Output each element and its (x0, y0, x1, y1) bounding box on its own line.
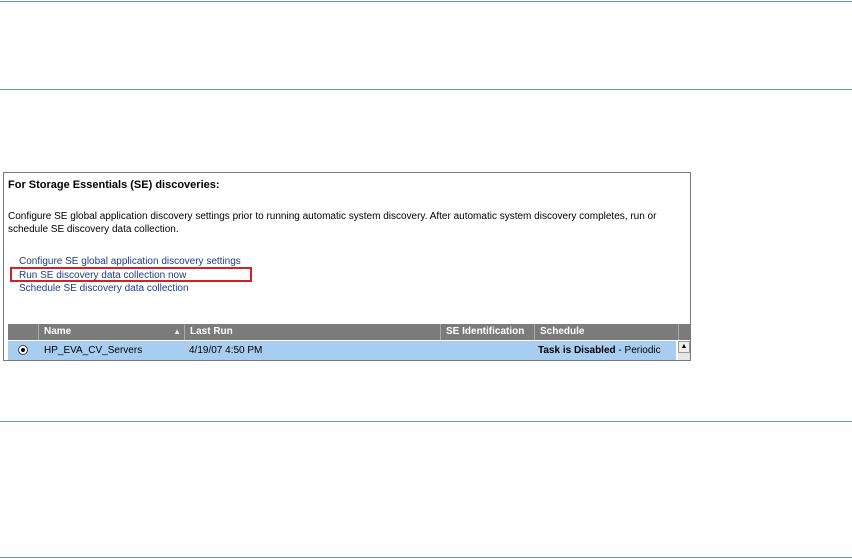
se-discovery-panel: For Storage Essentials (SE) discoveries:… (3, 172, 691, 361)
column-header-name-label: Name (44, 326, 72, 337)
divider-lower (0, 421, 852, 422)
row-schedule: Task is Disabled - Periodic (538, 341, 661, 360)
panel-heading: For Storage Essentials (SE) discoveries: (8, 179, 220, 191)
discovery-task-table: Name ▲ Last Run SE Identification Schedu… (8, 324, 690, 360)
column-header-se-identification[interactable]: SE Identification (440, 324, 534, 340)
run-collection-now-link[interactable]: Run SE discovery data collection now (19, 270, 186, 281)
arrow-up-icon: ▲ (173, 327, 181, 336)
row-schedule-status: Task is Disabled (538, 345, 616, 356)
table-row[interactable]: HP_EVA_CV_Servers 4/19/07 4:50 PM Task i… (8, 341, 676, 360)
row-name: HP_EVA_CV_Servers (44, 345, 143, 356)
divider-upper (0, 89, 852, 90)
column-header-select (8, 324, 38, 340)
row-last-run: 4/19/07 4:50 PM (189, 345, 263, 356)
configure-settings-link[interactable]: Configure SE global application discover… (19, 256, 241, 267)
column-header-name[interactable]: Name ▲ (38, 324, 184, 340)
panel-description: Configure SE global application discover… (8, 211, 657, 235)
scroll-up-arrow-icon[interactable]: ▲ (678, 341, 690, 353)
divider-bottom (0, 557, 852, 558)
row-schedule-type: - Periodic (615, 345, 661, 356)
column-header-spacer (678, 324, 690, 340)
divider-top (0, 1, 852, 2)
schedule-collection-link[interactable]: Schedule SE discovery data collection (19, 283, 189, 294)
column-header-schedule[interactable]: Schedule (534, 324, 678, 340)
column-header-last-run[interactable]: Last Run (184, 324, 440, 340)
row-select-radio[interactable] (18, 345, 28, 355)
table-scrollbar[interactable]: ▲ (678, 341, 690, 360)
table-header: Name ▲ Last Run SE Identification Schedu… (8, 324, 690, 340)
